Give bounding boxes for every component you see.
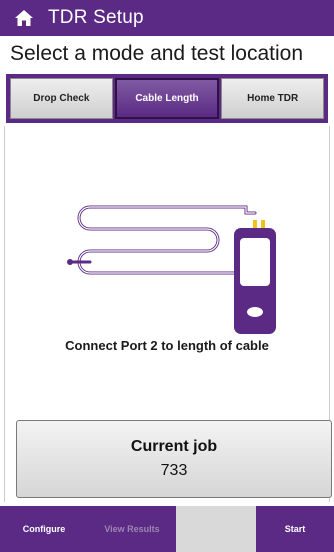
start-button[interactable]: Start	[256, 506, 334, 552]
configure-button[interactable]: Configure	[0, 506, 88, 552]
cable-end-icon	[67, 259, 73, 265]
test-device-icon	[234, 220, 276, 334]
current-job-number: 733	[160, 462, 188, 479]
empty-softkey	[176, 506, 256, 552]
view-results-button[interactable]: View Results	[88, 506, 176, 552]
current-job-button[interactable]: Current job 733	[16, 420, 332, 498]
instruction-text: Connect Port 2 to length of cable	[65, 338, 269, 353]
bottom-bar: Configure View Results Start	[0, 506, 334, 552]
current-job-label: Current job	[130, 438, 218, 455]
cable-icon	[70, 205, 257, 275]
cable-connection-diagram	[67, 205, 276, 334]
